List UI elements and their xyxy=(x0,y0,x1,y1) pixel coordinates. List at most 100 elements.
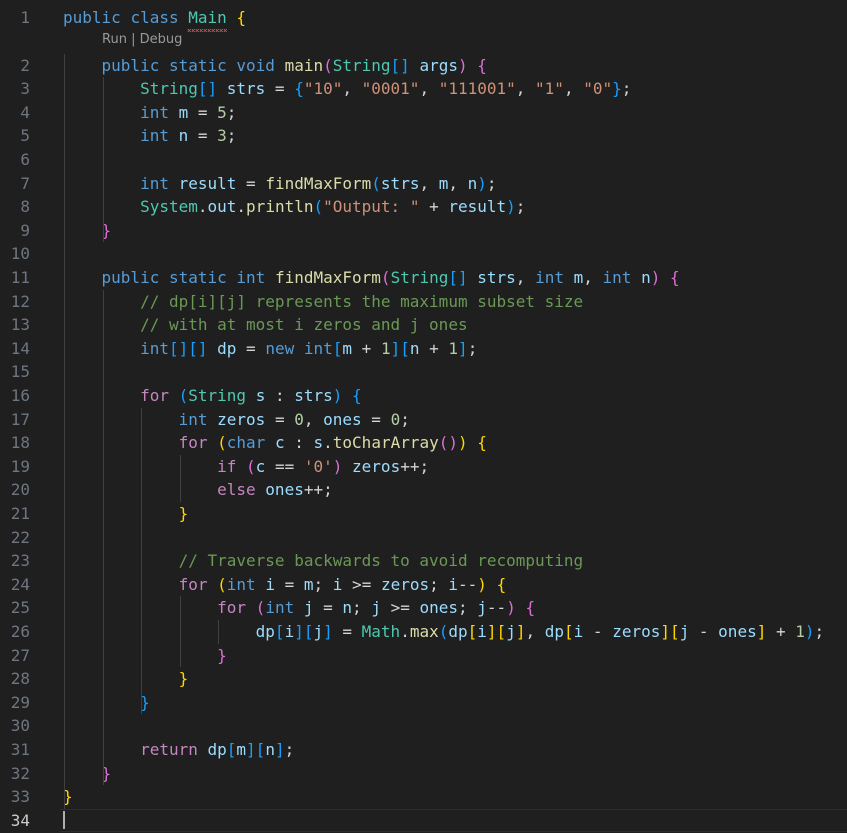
code-token: dp xyxy=(207,740,227,759)
code-token: , xyxy=(563,79,584,99)
code-editor[interactable]: Run | Debug 1 public class Main {2 public… xyxy=(0,0,847,833)
code-token: public xyxy=(101,55,160,75)
code-line: 24 for (int i = m; i >= zeros; i--) { xyxy=(0,573,847,597)
code-token: } xyxy=(178,669,189,689)
code-token: ( xyxy=(217,574,227,594)
code-token: j xyxy=(506,622,516,641)
code-token: >= xyxy=(380,598,420,618)
code-line: 14 int[][] dp = new int[m + 1][n + 1]; xyxy=(0,337,847,361)
line-number: 32 xyxy=(10,763,30,783)
code-token: return xyxy=(140,740,198,759)
code-token: ++; xyxy=(400,456,430,476)
code-line: 30 xyxy=(0,714,847,738)
code-token: ] xyxy=(458,338,468,358)
line-number: 26 xyxy=(10,622,30,641)
code-token: public xyxy=(101,268,160,287)
code-token: for xyxy=(178,433,208,453)
code-line: 33} xyxy=(0,785,847,809)
code-token: m xyxy=(236,740,247,759)
indent-guide xyxy=(218,620,220,644)
code-token: Main xyxy=(188,8,227,27)
code-token: - xyxy=(583,622,613,641)
code-token: int xyxy=(535,268,564,287)
code-token: ) xyxy=(457,55,468,75)
line-code: System.out.println("Output: " + result); xyxy=(63,195,525,219)
code-token: ( xyxy=(217,433,227,453)
code-token: ) xyxy=(332,456,343,476)
code-token: 5 xyxy=(217,102,227,122)
code-token: "1" xyxy=(535,79,564,99)
line-code: if (c == '0') zeros++; xyxy=(63,455,429,479)
code-token: i xyxy=(284,622,295,641)
code-token: ; xyxy=(226,126,237,146)
code-token: i xyxy=(448,574,459,594)
line-code: } xyxy=(63,219,112,243)
line-number: 9 xyxy=(20,220,30,240)
code-token: , xyxy=(515,79,536,99)
code-line: 22 xyxy=(0,526,847,550)
code-token: ; xyxy=(486,173,497,193)
code-token: , xyxy=(448,173,468,193)
code-token: } xyxy=(612,79,622,99)
code-token: i xyxy=(573,622,584,641)
code-token: . xyxy=(197,197,208,217)
code-token: j xyxy=(313,622,324,641)
code-token: dp xyxy=(217,338,237,358)
code-token: ][ xyxy=(660,622,680,641)
code-token: m xyxy=(178,102,189,122)
code-token: int xyxy=(602,268,632,287)
line-number: 27 xyxy=(10,645,30,665)
code-token: , xyxy=(525,622,545,641)
code-token: void xyxy=(236,55,275,75)
line-number: 11 xyxy=(10,268,30,287)
code-line: 19 if (c == '0') zeros++; xyxy=(0,455,847,479)
code-token: { xyxy=(496,574,507,594)
code-token: . xyxy=(323,433,333,453)
line-number: 3 xyxy=(20,79,30,99)
code-line: 6 xyxy=(0,148,847,172)
code-token: = xyxy=(274,574,304,594)
line-code: for (char c : s.toCharArray()) { xyxy=(63,431,487,455)
code-token: strs xyxy=(380,173,420,193)
codelens-debug-link[interactable]: Debug xyxy=(140,32,183,47)
code-token: zeros xyxy=(612,622,661,641)
code-token: ones xyxy=(718,622,757,641)
line-number: 8 xyxy=(20,197,30,217)
code-token: [ xyxy=(274,622,285,641)
line-number: 30 xyxy=(10,716,30,736)
code-token: ][ xyxy=(246,740,266,759)
code-token: [ xyxy=(332,338,343,358)
code-token: } xyxy=(178,504,189,523)
codelens-run-link[interactable]: Run xyxy=(102,32,127,47)
code-token: , xyxy=(515,268,536,287)
code-token: if xyxy=(217,456,237,476)
code-token: args xyxy=(419,55,458,75)
line-number: 5 xyxy=(20,126,30,146)
code-line: 13 // with at most i zeros and j ones xyxy=(0,313,847,337)
code-line: 34 xyxy=(0,809,847,833)
code-token: int xyxy=(140,126,169,146)
code-token: n xyxy=(178,126,189,146)
code-token: , xyxy=(342,79,362,99)
code-token: findMaxForm xyxy=(265,173,372,193)
code-token: { xyxy=(352,386,362,405)
code-line: 10 xyxy=(0,242,847,266)
code-token: 0 xyxy=(390,409,401,429)
code-token: n xyxy=(265,740,275,759)
code-token: // dp[i][j] represents the maximum subse… xyxy=(140,291,584,311)
code-token: ones xyxy=(323,409,362,429)
line-code: int[][] dp = new int[m + 1][n + 1]; xyxy=(63,337,477,361)
